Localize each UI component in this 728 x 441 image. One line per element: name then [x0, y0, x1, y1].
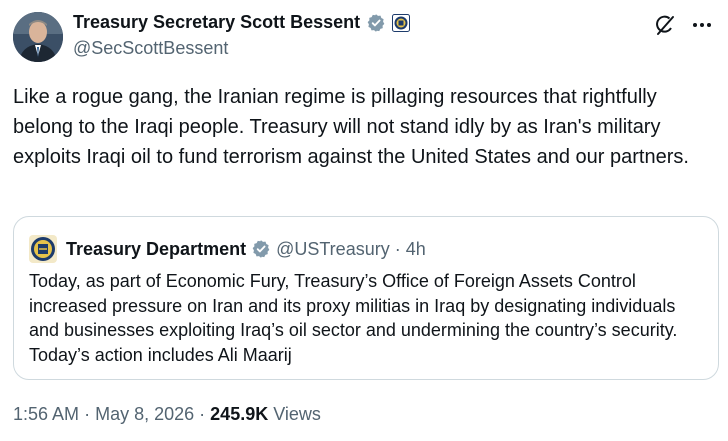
tweet-date[interactable]: May 8, 2026: [95, 404, 194, 424]
footer-separator: ·: [199, 404, 206, 424]
footer-separator: ·: [84, 404, 91, 424]
treasury-seal-icon[interactable]: [392, 13, 411, 32]
author-display-name[interactable]: Treasury Secretary Scott Bessent: [73, 12, 360, 33]
tweet-time[interactable]: 1:56 AM: [13, 404, 79, 424]
verified-badge-icon[interactable]: [366, 13, 386, 33]
quoted-tweet-header: Treasury Department @USTreasury · 4h: [29, 235, 426, 263]
tweet-footer: 1:56 AM · May 8, 2026 · 245.9K Views: [13, 404, 321, 425]
tweet-header: Treasury Secretary Scott Bessent @SecSco…: [13, 8, 718, 64]
quoted-separator: ·: [394, 238, 401, 259]
quoted-author-handle[interactable]: @USTreasury: [276, 239, 390, 260]
author-handle[interactable]: @SecScottBessent: [73, 38, 228, 59]
verified-badge-icon[interactable]: [251, 239, 271, 259]
quoted-timestamp[interactable]: 4h: [406, 239, 426, 260]
views-label: Views: [273, 404, 321, 424]
author-avatar[interactable]: [13, 12, 63, 62]
quoted-tweet[interactable]: Treasury Department @USTreasury · 4h Tod…: [13, 216, 719, 380]
quoted-author-avatar[interactable]: [29, 235, 57, 263]
views-count[interactable]: 245.9K: [210, 404, 268, 424]
quoted-tweet-text: Today, as part of Economic Fury, Treasur…: [29, 271, 678, 365]
more-options-icon[interactable]: [690, 14, 714, 36]
grok-icon[interactable]: [654, 14, 676, 36]
author-name-row: Treasury Secretary Scott Bessent: [73, 12, 411, 33]
tweet-text: Like a rogue gang, the Iranian regime is…: [13, 86, 689, 168]
quoted-author-name[interactable]: Treasury Department: [66, 239, 246, 260]
